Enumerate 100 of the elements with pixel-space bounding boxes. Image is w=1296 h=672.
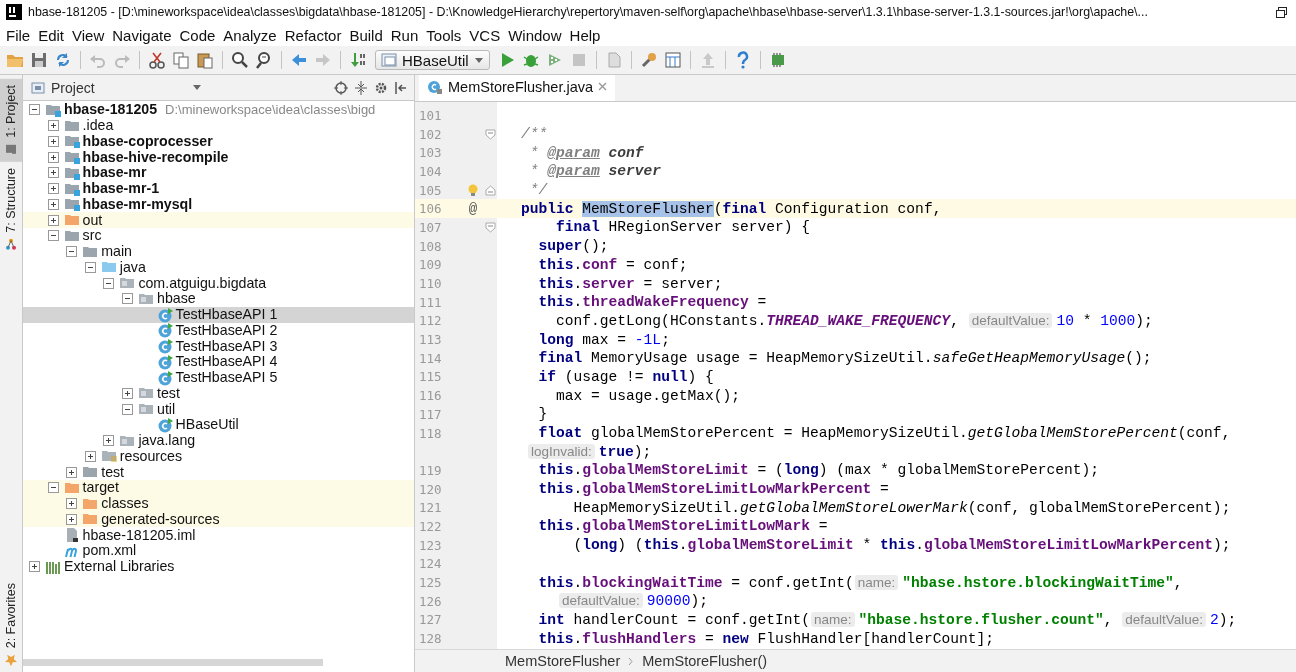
tree-row[interactable]: TestHbaseAPI 5 [23,369,414,386]
code-line: public MemStoreFlusher(final Configuration conf, [521,199,942,218]
run-configuration-dropdown[interactable]: HBaseUtil [375,50,490,70]
save-icon[interactable] [30,51,48,69]
breadcrumb-item[interactable]: MemStoreFlusher() [642,653,768,669]
hide-panel-icon[interactable] [394,80,408,95]
tree-row[interactable]: hbase [23,291,414,307]
breadcrumb-item[interactable]: MemStoreFlusher [505,653,621,669]
menu-item[interactable]: Window [504,26,566,44]
sync-icon[interactable] [54,51,72,69]
expand-icon[interactable] [47,120,59,132]
collapse-icon[interactable] [66,246,78,258]
tool-window-tab[interactable]: 7: Structure [0,161,22,257]
collapse-icon[interactable] [29,104,40,116]
search-icon[interactable] [231,51,249,69]
tree-row[interactable]: TestHbaseAPI 2 [23,322,414,339]
chevron-icon [628,656,635,666]
tree-label: hbase-181205.iml [82,527,196,543]
expand-icon[interactable] [47,135,59,147]
tree-row[interactable]: hbase-181205 D:\mineworkspace\idea\classes\bigd [23,102,414,118]
tree-row[interactable]: .idea [23,117,414,134]
tree-row[interactable]: util [23,401,414,417]
collapse-icon[interactable] [47,230,59,242]
restore-icon[interactable] [1275,5,1288,19]
tree-row[interactable]: src [23,228,414,244]
tree-row[interactable]: HBaseUtil [23,417,414,433]
expand-icon[interactable] [103,435,115,447]
menu-item[interactable]: Tools [422,26,466,44]
menu-item[interactable]: Navigate [108,26,176,44]
close-icon[interactable] [598,82,608,91]
expand-icon[interactable] [47,198,59,210]
caret-icon[interactable] [192,83,202,92]
editor-tab[interactable]: MemStoreFlusher.java [419,75,616,101]
expand-icon[interactable] [66,498,78,510]
tree-row[interactable]: hbase-181205.iml [23,527,414,543]
tree-row[interactable]: hbase-hive-recompile [23,149,414,165]
menu-item[interactable]: Edit [34,26,69,44]
tree-row[interactable]: hbase-mr-1 [23,180,414,197]
tree-row[interactable]: test [23,464,414,480]
tree-row[interactable]: TestHbaseAPI 3 [23,338,414,354]
class-icon [156,338,173,355]
build-icon[interactable] [349,51,367,69]
collapse-icon[interactable] [122,293,133,305]
tree-row[interactable]: resources [23,448,414,465]
menu-item[interactable]: Refactor [280,26,346,44]
menu-item[interactable]: VCS [465,26,505,44]
tree-row[interactable]: TestHbaseAPI 4 [23,354,414,370]
tool-window-tab[interactable]: 2: Favorites [0,576,22,672]
tree-row[interactable]: hbase-mr-mysql [23,196,414,213]
class-icon [156,369,173,386]
tree-label: classes [101,496,149,512]
tree-row[interactable]: External Libraries [23,558,414,575]
menu-item[interactable]: Build [345,26,387,44]
tree-row[interactable]: hbase-coprocesser [23,133,414,150]
paste-icon[interactable] [196,51,214,69]
line-number: 127 [418,612,443,628]
tree-row[interactable]: main [23,243,414,260]
expand-icon[interactable] [122,387,133,399]
expand-icon[interactable] [29,561,40,573]
expand-icon[interactable] [47,167,59,179]
tree-row[interactable]: java.lang [23,432,414,449]
expand-icon[interactable] [47,214,59,226]
expand-icon[interactable] [66,466,78,478]
tree-row[interactable]: test [23,385,414,402]
wrench-icon[interactable] [639,51,658,69]
locate-icon[interactable] [334,80,348,95]
collapse-icon[interactable] [47,482,59,494]
copy-icon[interactable] [172,51,190,69]
collapse-icon[interactable] [84,261,96,273]
menu-item[interactable]: Code [175,26,220,44]
menu-item[interactable]: Run [386,26,423,44]
lightbulb-icon[interactable] [467,183,479,197]
settings-icon[interactable] [374,80,388,95]
collapse-all-icon[interactable] [354,80,368,95]
tree-label: test [101,464,125,480]
tree-row[interactable]: hbase-mr [23,165,414,181]
line-number: 111 [418,294,443,310]
find-replace-icon[interactable] [255,51,273,69]
tree-row[interactable]: out [23,212,414,228]
tree-row[interactable]: java [23,259,414,276]
expand-icon[interactable] [47,183,59,195]
collapse-icon[interactable] [103,277,115,289]
tree-row[interactable]: pom.xml [23,543,414,559]
override-mark[interactable]: @ [468,200,478,217]
menu-item[interactable]: View [68,26,109,44]
tree-row[interactable]: com.atguigu.bigdata [23,275,414,291]
scissors-icon[interactable] [148,51,166,69]
collapse-icon[interactable] [122,403,133,415]
tree-row[interactable]: target [23,480,414,496]
expand-icon[interactable] [84,450,96,462]
module-settings-icon[interactable] [663,51,682,69]
expand-icon[interactable] [47,151,59,163]
expand-icon[interactable] [66,513,78,525]
menu-item[interactable]: File [2,26,35,44]
back-arrow-icon[interactable] [290,51,308,69]
menu-item[interactable]: Help [565,26,605,44]
tree-row[interactable]: TestHbaseAPI 1 [23,306,414,323]
code-line: logInvalid: true); [527,442,652,461]
menu-item[interactable]: Analyze [219,26,281,44]
tool-window-tab[interactable]: 1: Project [0,79,22,162]
